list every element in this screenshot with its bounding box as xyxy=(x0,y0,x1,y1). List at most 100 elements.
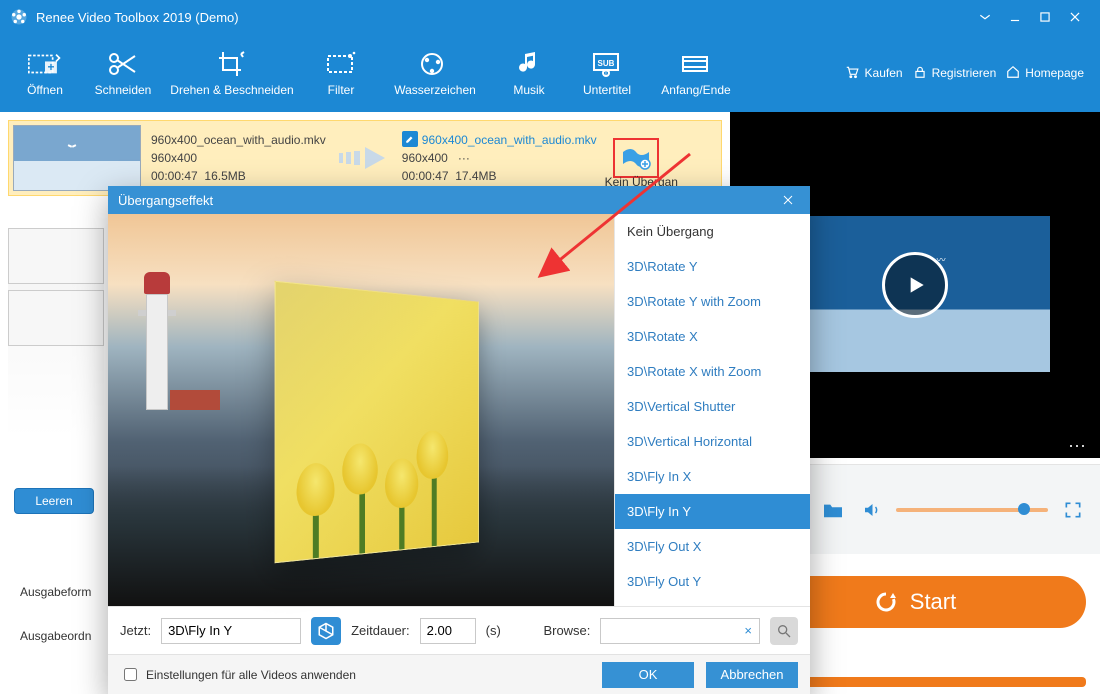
tool-watermark[interactable]: Wasserzeichen xyxy=(380,37,490,109)
tool-startend[interactable]: Anfang/Ende xyxy=(646,37,746,109)
main-toolbar: + Öffnen Schneiden Drehen & Beschneiden … xyxy=(0,34,1100,112)
filter-icon xyxy=(324,49,358,79)
maximize-icon[interactable] xyxy=(1030,2,1060,32)
window-options-icon[interactable] xyxy=(970,2,1000,32)
effect-item[interactable]: 3D\Fly In X xyxy=(615,459,810,494)
file-tgt-dur: 00:00:47 xyxy=(402,169,449,183)
tool-music[interactable]: Musik xyxy=(490,37,568,109)
lock-icon xyxy=(913,65,927,82)
tool-watermark-label: Wasserzeichen xyxy=(394,83,476,97)
task-thumbnails xyxy=(8,228,104,438)
link-register-label: Registrieren xyxy=(932,66,997,80)
startend-icon xyxy=(679,49,713,79)
duration-label: Zeitdauer: xyxy=(351,623,410,638)
cancel-button[interactable]: Abbrechen xyxy=(706,662,798,688)
open-folder-icon[interactable] xyxy=(820,497,846,523)
minimize-icon[interactable] xyxy=(1000,2,1030,32)
link-buy[interactable]: Kaufen xyxy=(844,65,903,82)
svg-text:+: + xyxy=(47,60,54,74)
effect-item[interactable]: 3D\Fly In Y xyxy=(615,494,810,529)
add-transition-button[interactable] xyxy=(613,138,659,178)
music-icon xyxy=(512,49,546,79)
home-icon xyxy=(1006,65,1020,82)
file-src-res: 960x400 xyxy=(151,149,326,167)
clear-button-label: Leeren xyxy=(35,494,72,508)
file-thumbnail xyxy=(13,125,141,191)
apply-all-input[interactable] xyxy=(124,668,137,681)
tool-filter-label: Filter xyxy=(328,83,355,97)
cart-icon xyxy=(844,65,860,82)
effect-item[interactable]: 3D\Rotate Y xyxy=(615,249,810,284)
file-src-dur: 00:00:47 xyxy=(151,169,198,183)
crop-icon xyxy=(215,49,249,79)
output-format-label: Ausgabeform xyxy=(20,585,91,599)
effect-item[interactable]: Kein Übergang xyxy=(615,214,810,249)
effect-list[interactable]: Kein Übergang3D\Rotate Y3D\Rotate Y with… xyxy=(614,214,810,606)
now-field[interactable] xyxy=(161,618,301,644)
file-src-size: 16.5MB xyxy=(204,169,245,183)
mini-thumb[interactable] xyxy=(8,228,104,284)
tool-startend-label: Anfang/Ende xyxy=(661,83,730,97)
browse-clear-icon[interactable]: × xyxy=(744,623,752,638)
preview-more-icon[interactable]: ⋯ xyxy=(1068,436,1088,457)
tool-subtitle[interactable]: SUB T Untertitel xyxy=(568,37,646,109)
start-button-label: Start xyxy=(910,589,956,615)
tool-open[interactable]: + Öffnen xyxy=(6,37,84,109)
scissors-icon xyxy=(106,49,140,79)
apply-all-checkbox[interactable]: Einstellungen für alle Videos anwenden xyxy=(120,665,356,684)
tool-rotate-label: Drehen & Beschneiden xyxy=(170,83,293,97)
randomize-icon[interactable] xyxy=(311,617,341,645)
browse-search-icon[interactable] xyxy=(770,617,798,645)
fullscreen-icon[interactable] xyxy=(1060,497,1086,523)
effect-item[interactable]: 3D\Rotate X with Zoom xyxy=(615,354,810,389)
svg-text:T: T xyxy=(604,72,608,78)
volume-slider[interactable] xyxy=(896,508,1048,512)
tulip-pane xyxy=(275,281,479,564)
effect-item[interactable]: 3D\Fly Out Y xyxy=(615,564,810,599)
title-bar: Renee Video Toolbox 2019 (Demo) xyxy=(0,0,1100,34)
effect-item[interactable]: 3D\Fly Out X xyxy=(615,529,810,564)
tool-music-label: Musik xyxy=(513,83,544,97)
effect-item[interactable]: 3D\Vertical Horizontal xyxy=(615,424,810,459)
file-src-name: 960x400_ocean_with_audio.mkv xyxy=(151,131,326,149)
close-icon[interactable] xyxy=(1060,2,1090,32)
tool-cut[interactable]: Schneiden xyxy=(84,37,162,109)
file-row[interactable]: 960x400_ocean_with_audio.mkv 960x400 00:… xyxy=(8,120,722,196)
file-tgt-extra: ··· xyxy=(458,151,470,165)
link-homepage-label: Homepage xyxy=(1025,66,1084,80)
tool-subtitle-label: Untertitel xyxy=(583,83,631,97)
effect-item[interactable]: 3D\Rotate Y with Zoom xyxy=(615,284,810,319)
file-tgt-name: 960x400_ocean_with_audio.mkv xyxy=(422,133,597,147)
now-label: Jetzt: xyxy=(120,623,151,638)
apply-all-label: Einstellungen für alle Videos anwenden xyxy=(146,668,356,682)
clear-button[interactable]: Leeren xyxy=(14,488,94,514)
app-logo-icon xyxy=(10,8,28,26)
tool-cut-label: Schneiden xyxy=(95,83,152,97)
svg-text:SUB: SUB xyxy=(598,59,615,68)
tool-open-label: Öffnen xyxy=(27,83,63,97)
link-register[interactable]: Registrieren xyxy=(913,65,997,82)
filmstrip-open-icon: + xyxy=(28,49,62,79)
volume-icon[interactable] xyxy=(858,497,884,523)
duration-unit: (s) xyxy=(486,623,501,638)
tool-filter[interactable]: Filter xyxy=(302,37,380,109)
dialog-close-icon[interactable] xyxy=(776,188,800,212)
edit-icon[interactable] xyxy=(402,131,418,147)
tool-rotate-crop[interactable]: Drehen & Beschneiden xyxy=(162,37,302,109)
arrow-right-icon xyxy=(336,143,392,173)
play-button[interactable] xyxy=(882,252,948,318)
link-buy-label: Kaufen xyxy=(865,66,903,80)
effect-item[interactable]: 3D\Vertical Shutter xyxy=(615,389,810,424)
file-source-meta: 960x400_ocean_with_audio.mkv 960x400 00:… xyxy=(151,131,326,185)
output-folder-label: Ausgabeordn xyxy=(20,629,91,643)
ok-button[interactable]: OK xyxy=(602,662,694,688)
mini-thumb[interactable] xyxy=(8,290,104,346)
effect-item[interactable]: 3D\Rotate X xyxy=(615,319,810,354)
browse-label: Browse: xyxy=(543,623,590,638)
file-tgt-size: 17.4MB xyxy=(455,169,496,183)
link-homepage[interactable]: Homepage xyxy=(1006,65,1084,82)
browse-field[interactable] xyxy=(600,618,760,644)
app-title: Renee Video Toolbox 2019 (Demo) xyxy=(36,10,239,25)
dialog-params: Jetzt: Zeitdauer: (s) Browse: × xyxy=(108,606,810,654)
duration-field[interactable] xyxy=(420,618,476,644)
